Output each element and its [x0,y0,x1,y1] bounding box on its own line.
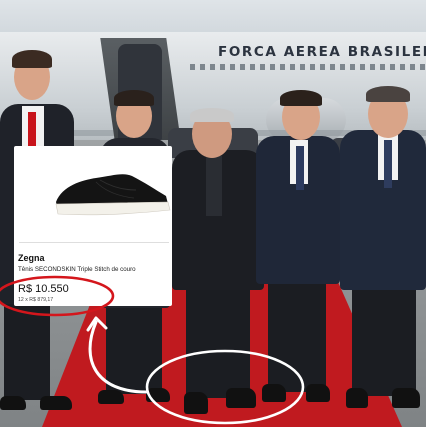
pointer-arrow [88,320,148,394]
annotation-overlay [0,275,305,425]
price-highlight-circle [0,275,115,317]
shoe-highlight-circle [145,349,305,425]
photo-scene: FORCA AEREA BRASILEIRA [0,0,426,427]
pointer-arrowhead [86,316,108,332]
